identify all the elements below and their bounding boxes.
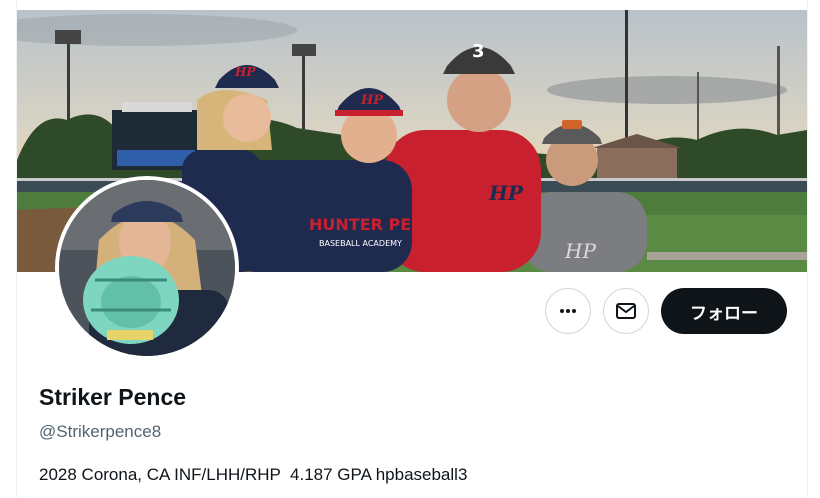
svg-text:HP: HP [564,239,596,263]
user-handle: @Strikerpence8 [39,422,162,441]
profile-card: HP 3 HP HP HUNTER PENCE BASEBALL ACADEMY… [16,0,808,498]
more-icon [560,309,576,313]
svg-text:HP: HP [488,181,524,205]
user-bio: 2028 Corona, CA INF/LHH/RHP 4.187 GPA hp… [39,465,468,484]
svg-text:HP: HP [360,93,384,108]
message-button[interactable] [603,288,649,334]
avatar-photo [59,180,235,356]
profile-avatar[interactable] [55,176,239,360]
mail-icon [616,303,636,319]
svg-text:HP: HP [234,65,256,79]
top-strip [17,0,807,10]
cap-number: 3 [472,41,485,62]
more-button[interactable] [545,288,591,334]
display-name: Striker Pence [39,384,187,410]
jersey-text: HUNTER PENCE [309,215,447,234]
follow-button[interactable]: フォロー [661,288,787,334]
jersey-subtext: BASEBALL ACADEMY [319,239,402,248]
